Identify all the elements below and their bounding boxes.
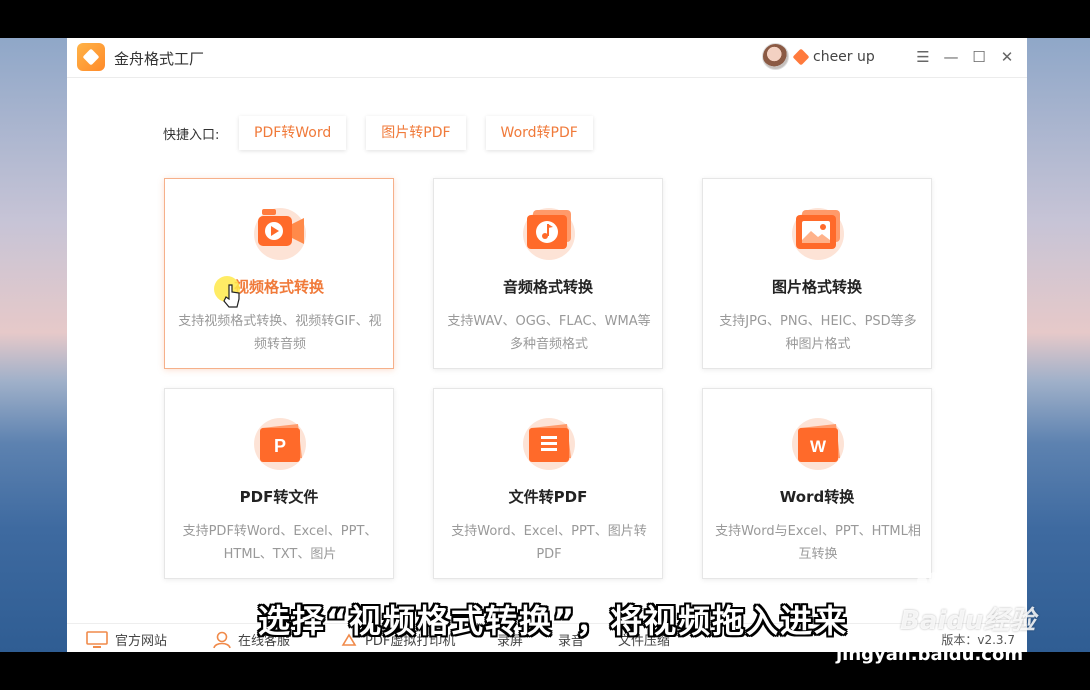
official-site-link[interactable]: 官方网站 [85, 630, 167, 649]
svg-text:W: W [810, 437, 827, 456]
video-camera-icon [254, 208, 306, 260]
app-title: 金舟格式工厂 [114, 50, 205, 68]
vip-diamond-icon [792, 48, 810, 65]
monitor-icon [86, 630, 108, 648]
card-title: 音频格式转换 [502, 278, 593, 296]
quick-entry-label: 快捷入口: [163, 127, 220, 143]
card-word-convert[interactable]: W Word转换 支持Word与Excel、PPT、HTML相互转换 [702, 388, 932, 579]
word-file-icon: W [792, 418, 844, 470]
quick-word-to-pdf-button[interactable]: Word转PDF [485, 116, 593, 150]
image-icon [792, 208, 844, 260]
quick-image-to-pdf-button[interactable]: 图片转PDF [366, 116, 466, 150]
document-lines-icon [523, 418, 575, 470]
mouse-pointer-icon [214, 276, 240, 308]
card-image-convert[interactable]: 图片格式转换 支持JPG、PNG、HEIC、PSD等多种图片格式 [702, 178, 932, 369]
quick-pdf-to-word-button[interactable]: PDF转Word [239, 116, 347, 150]
card-title: Word转换 [779, 488, 855, 506]
quick-entry-row: 快捷入口: PDF转Word 图片转PDF Word转PDF [163, 116, 613, 150]
music-note-icon [523, 208, 575, 260]
card-description: 支持视频格式转换、视频转GIF、视频转音频 [178, 314, 382, 352]
svg-text:P: P [274, 436, 286, 456]
video-subtitle: 选择“视频格式转换”，将视频拖入进来 [258, 602, 849, 640]
maximize-icon[interactable]: ☐ [971, 46, 987, 68]
watermark-brand: Baidu经验 [900, 606, 1036, 636]
card-title: 图片格式转换 [771, 278, 862, 296]
card-audio-convert[interactable]: 音频格式转换 支持WAV、OGG、FLAC、WMA等多种音频格式 [433, 178, 663, 369]
user-support-icon [213, 631, 231, 648]
app-window: 金舟格式工厂 cheer up ☰ — ☐ ✕ 快捷入口: PDF转Word 图… [67, 38, 1027, 652]
card-description: 支持WAV、OGG、FLAC、WMA等多种音频格式 [447, 314, 651, 352]
menu-icon[interactable]: ☰ [915, 46, 931, 68]
card-description: 支持JPG、PNG、HEIC、PSD等多种图片格式 [719, 314, 917, 352]
official-site-label: 官方网站 [115, 634, 168, 649]
card-file-to-pdf[interactable]: 文件转PDF 支持Word、Excel、PPT、图片转PDF [433, 388, 663, 579]
card-pdf-to-file[interactable]: P PDF转文件 支持PDF转Word、Excel、PPT、HTML、TXT、图… [164, 388, 394, 579]
close-icon[interactable]: ✕ [999, 46, 1015, 68]
letterbox-top [0, 0, 1090, 38]
card-title: PDF转文件 [239, 488, 319, 506]
avatar[interactable] [762, 43, 789, 70]
watermark-url: jingyan.baidu.com [836, 644, 1024, 665]
user-name[interactable]: cheer up [813, 49, 875, 65]
app-logo-icon [77, 43, 105, 71]
card-description: 支持PDF转Word、Excel、PPT、HTML、TXT、图片 [182, 524, 378, 562]
user-account[interactable]: cheer up [762, 43, 875, 70]
card-description: 支持Word、Excel、PPT、图片转PDF [451, 524, 647, 562]
card-video-convert[interactable]: 视频格式转换 支持视频格式转换、视频转GIF、视频转音频 [164, 178, 394, 369]
card-title: 视频格式转换 [233, 278, 324, 296]
card-description: 支持Word与Excel、PPT、HTML相互转换 [715, 524, 921, 562]
card-title: 文件转PDF [508, 488, 588, 506]
titlebar: 金舟格式工厂 cheer up ☰ — ☐ ✕ [67, 38, 1027, 78]
minimize-icon[interactable]: — [943, 46, 959, 68]
ppt-file-icon: P [254, 418, 306, 470]
window-controls: ☰ — ☐ ✕ [915, 46, 1015, 68]
